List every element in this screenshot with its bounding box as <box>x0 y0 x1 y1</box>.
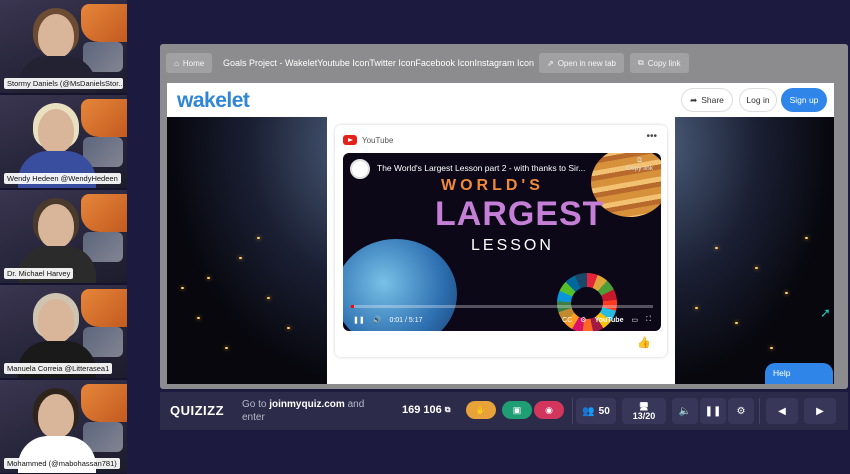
embedded-page: wakelet ➦ Share Log in Sign up YouTube •… <box>167 83 834 384</box>
monitor-icon: 🖥 <box>638 401 650 411</box>
question-counter[interactable]: 🖥 13/20 <box>622 398 666 424</box>
home-icon: ⌂ <box>174 58 179 68</box>
time-display: 0:01 / 5:17 <box>389 316 423 324</box>
avatar <box>38 394 74 438</box>
share-button[interactable]: ➦ Share <box>681 88 733 112</box>
wakelet-logo[interactable]: wakelet <box>177 89 250 113</box>
settings-button[interactable]: ⚙ <box>728 398 754 424</box>
wakelet-header: wakelet ➦ Share Log in Sign up <box>167 83 834 117</box>
copy-link-control[interactable]: ⧉ Copy link <box>626 157 653 172</box>
volume-button[interactable]: 🔈 <box>672 398 698 424</box>
copy-icon: ⧉ <box>444 405 451 414</box>
screen-icon: ▣ <box>512 404 522 415</box>
avatar <box>38 299 74 343</box>
page-title: Goals Project - WakeletYoutube IconTwitt… <box>223 58 534 68</box>
fullscreen-icon[interactable]: ⛶ <box>646 316 651 324</box>
progress-fill <box>351 305 355 308</box>
player-controls: ❚❚ 🔊 0:01 / 5:17 CC ⚙ YouTube ▭ ⛶ <box>343 309 661 331</box>
video-title[interactable]: The World's Largest Lesson part 2 - with… <box>377 163 617 173</box>
participant-tile[interactable]: Mohammed (@mabohassan781) <box>0 380 127 473</box>
copy-icon: ⧉ <box>637 157 642 164</box>
cast-icon[interactable]: ▭ <box>631 316 638 324</box>
volume-icon: 🔈 <box>678 405 692 417</box>
participant-tile[interactable]: Dr. Michael Harvey <box>0 190 127 283</box>
avatar <box>38 14 74 58</box>
pause-icon: ❚❚ <box>704 405 722 417</box>
broadcast-icon: ◉ <box>545 404 553 415</box>
copy-icon: ⧉ <box>638 58 644 67</box>
quizizz-bar: QUIZIZZ Go to joinmyquiz.com and enter 1… <box>160 392 848 430</box>
earth-background-left <box>167 117 327 384</box>
video-text-worlds: WORLD'S <box>441 177 544 194</box>
home-button[interactable]: ⌂ Home <box>166 53 213 73</box>
participant-name: Manuela Correia @Litterasea1 <box>4 363 113 374</box>
chevron-left-icon: ◀ <box>778 405 786 417</box>
participant-tile[interactable]: Stormy Daniels (@MsDanielsStor... <box>0 0 127 93</box>
video-player[interactable]: WORLD'S LARGEST LESSON The World's Large… <box>343 153 661 331</box>
gear-icon: ⚙ <box>736 405 746 417</box>
card-source: YouTube <box>343 135 393 145</box>
cursor-icon: ➚ <box>820 305 831 320</box>
embed-toolbar: ⌂ Home Goals Project - WakeletYoutube Ic… <box>160 47 848 79</box>
participant-tile[interactable]: Wendy Hedeen @WendyHedeen <box>0 95 127 188</box>
players-count[interactable]: 👥 50 <box>576 398 616 424</box>
game-code[interactable]: 169 106 ⧉ <box>402 404 450 416</box>
pause-icon[interactable]: ❚❚ <box>353 316 365 324</box>
captions-icon[interactable]: CC <box>562 317 572 324</box>
external-link-icon: ⇗ <box>547 58 554 68</box>
participant-name: Mohammed (@mabohassan781) <box>4 458 120 469</box>
join-instructions: Go to joinmyquiz.com and enter <box>242 399 365 423</box>
broadcast-button[interactable]: ◉ <box>534 401 564 419</box>
like-icon[interactable]: 👍 <box>637 336 651 349</box>
users-icon: 👥 <box>582 405 595 417</box>
participant-strip: Stormy Daniels (@MsDanielsStor... Wendy … <box>0 0 127 474</box>
youtube-icon <box>343 135 357 145</box>
volume-icon[interactable]: 🔊 <box>373 316 382 324</box>
hand-icon: ✋ <box>475 404 487 415</box>
chevron-right-icon: ▶ <box>816 405 824 417</box>
earth-background-right <box>675 117 834 384</box>
divider <box>759 398 760 424</box>
settings-icon[interactable]: ⚙ <box>580 316 586 324</box>
video-text-largest: LARGEST <box>435 195 605 233</box>
quizizz-logo: QUIZIZZ <box>170 403 225 418</box>
participant-name: Stormy Daniels (@MsDanielsStor... <box>4 78 123 89</box>
channel-avatar[interactable] <box>350 159 370 179</box>
next-button[interactable]: ▶ <box>804 398 836 424</box>
copy-link-button[interactable]: ⧉ Copy link <box>630 53 689 73</box>
video-text-lesson: LESSON <box>471 237 554 254</box>
video-progress-bar[interactable] <box>351 305 653 308</box>
screen-button[interactable]: ▣ <box>502 401 532 419</box>
participant-name: Dr. Michael Harvey <box>4 268 74 279</box>
youtube-embed-card: YouTube ••• WORLD'S LARGEST LESSON The W… <box>335 125 667 357</box>
participant-tile[interactable]: Manuela Correia @Litterasea1 <box>0 285 127 378</box>
login-button[interactable]: Log in <box>739 88 777 112</box>
open-new-tab-button[interactable]: ⇗ Open in new tab <box>539 53 624 73</box>
wakelet-card: YouTube ••• WORLD'S LARGEST LESSON The W… <box>327 117 675 384</box>
avatar <box>38 204 74 248</box>
divider <box>572 398 573 424</box>
avatar <box>38 109 74 153</box>
more-options-icon[interactable]: ••• <box>646 131 657 142</box>
youtube-logo[interactable]: YouTube <box>595 317 624 324</box>
signup-button[interactable]: Sign up <box>781 88 827 112</box>
participant-name: Wendy Hedeen @WendyHedeen <box>4 173 121 184</box>
help-button[interactable]: Help <box>765 363 833 384</box>
share-icon: ➦ <box>690 94 698 105</box>
reaction-button[interactable]: ✋ <box>466 401 496 419</box>
previous-button[interactable]: ◀ <box>766 398 798 424</box>
pause-button[interactable]: ❚❚ <box>700 398 726 424</box>
